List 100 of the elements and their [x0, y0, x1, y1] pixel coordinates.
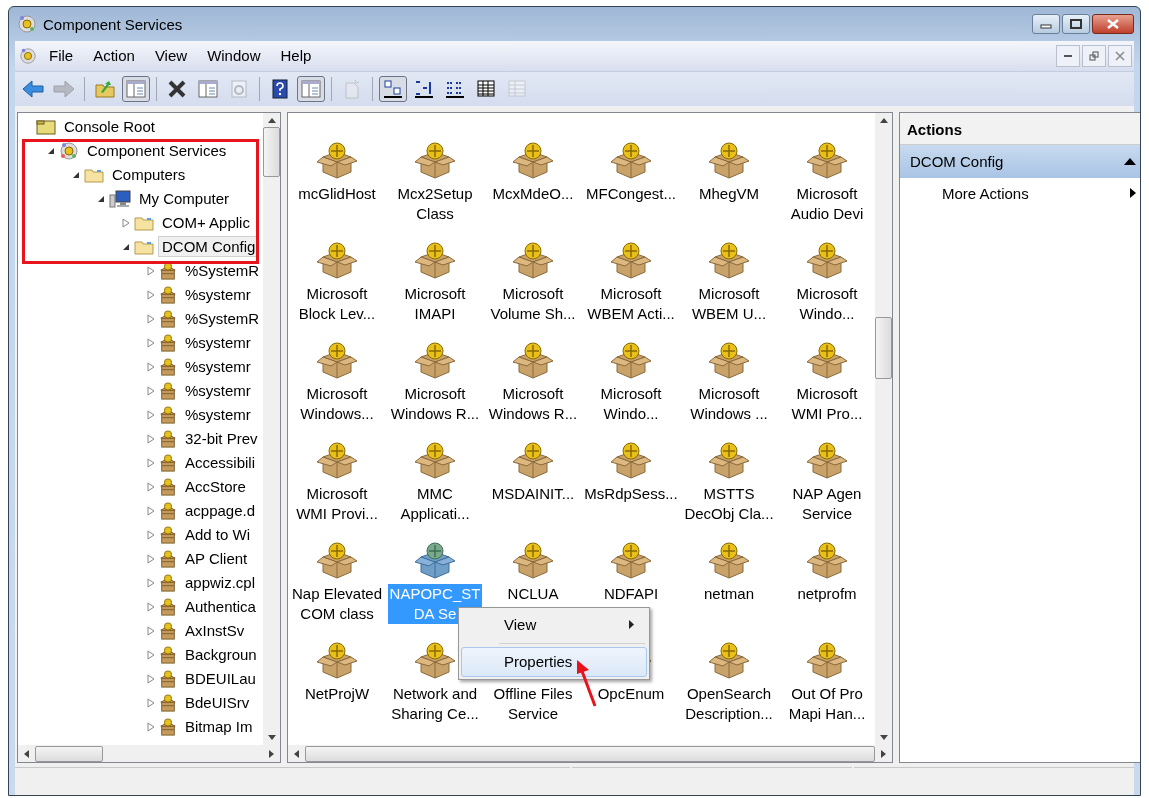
tree-item[interactable]: %systemr — [181, 284, 255, 306]
scroll-thumb[interactable] — [35, 745, 103, 762]
menu-item[interactable]: Properties — [461, 646, 647, 677]
tree-item[interactable]: Add to Wi — [181, 524, 255, 546]
component-item[interactable]: netman — [701, 583, 756, 604]
collapse-arrow-icon[interactable] — [72, 170, 80, 179]
component-item[interactable]: Microsoft Windo... — [794, 283, 860, 324]
tree-item[interactable]: %SystemR — [181, 308, 263, 330]
expand-arrow-icon[interactable] — [147, 577, 155, 588]
vertical-scrollbar[interactable] — [263, 112, 280, 746]
expand-arrow-icon[interactable] — [147, 457, 155, 468]
scroll-thumb[interactable] — [875, 316, 892, 379]
component-item[interactable]: Microsoft Block Lev... — [296, 283, 378, 324]
action-link[interactable]: More Actions — [900, 177, 1140, 209]
restore-button[interactable] — [1082, 44, 1106, 67]
component-item[interactable]: Out Of Pro Mapi Han... — [786, 683, 868, 724]
component-item[interactable]: Microsoft Volume Sh... — [488, 283, 578, 324]
component-item[interactable]: MSTTS DecObj Cla... — [682, 483, 776, 524]
expand-arrow-icon[interactable] — [147, 409, 155, 420]
tree-item[interactable]: appwiz.cpl — [181, 572, 260, 594]
expand-arrow-icon[interactable] — [147, 601, 155, 612]
tree-item[interactable]: COM+ Applic — [158, 212, 254, 234]
component-item[interactable]: Network and Sharing Ce... — [389, 683, 481, 724]
component-item[interactable]: Microsoft Windo... — [598, 383, 664, 424]
component-item[interactable]: Mcx2Setup Class — [395, 183, 475, 224]
menu-item[interactable]: Help — [272, 45, 320, 67]
scroll-thumb[interactable] — [263, 126, 280, 177]
component-item[interactable]: NAP Agen Service — [790, 483, 864, 524]
tree-item[interactable]: acppage.d — [181, 500, 260, 522]
tree-item[interactable]: Backgroun — [181, 644, 261, 666]
collapse-arrow-icon[interactable] — [97, 194, 105, 203]
expand-arrow-icon[interactable] — [147, 313, 155, 324]
tree-item[interactable]: AccStore — [181, 476, 250, 498]
expand-arrow-icon[interactable] — [147, 433, 155, 444]
expand-arrow-icon[interactable] — [147, 673, 155, 684]
component-item[interactable]: Microsoft WMI Provi... — [294, 483, 380, 524]
component-item[interactable]: Microsoft Windows R... — [388, 383, 482, 424]
expand-arrow-icon[interactable] — [147, 697, 155, 708]
expand-arrow-icon[interactable] — [147, 529, 155, 540]
component-item[interactable]: Microsoft WMI Pro... — [789, 383, 865, 424]
component-item[interactable]: netprofm — [795, 583, 859, 604]
component-item[interactable]: Microsoft Audio Devi — [788, 183, 866, 224]
expand-arrow-icon[interactable] — [147, 649, 155, 660]
expand-arrow-icon[interactable] — [147, 721, 155, 732]
vertical-scrollbar[interactable] — [875, 112, 892, 746]
expand-arrow-icon[interactable] — [122, 217, 130, 228]
expand-arrow-icon[interactable] — [147, 385, 155, 396]
component-item[interactable]: OpcEnum — [595, 683, 667, 704]
component-item[interactable]: MsRdpSess... — [582, 483, 680, 504]
tree-item[interactable]: My Computer — [135, 188, 234, 210]
collapse-arrow-icon[interactable] — [47, 146, 55, 155]
tree-item[interactable]: %systemr — [181, 332, 255, 354]
component-item[interactable]: Microsoft Windows ... — [688, 383, 770, 424]
horizontal-scrollbar[interactable] — [18, 745, 280, 763]
tree-item[interactable]: Accessibili — [181, 452, 260, 474]
expand-arrow-icon[interactable] — [147, 361, 155, 372]
tree-item[interactable]: %systemr — [181, 380, 255, 402]
section-header[interactable]: DCOM Config — [900, 144, 1140, 178]
tree-item[interactable]: Bitmap Im — [181, 716, 257, 738]
component-item[interactable]: Microsoft Windows... — [298, 383, 376, 424]
tree-item[interactable]: AxInstSv — [181, 620, 249, 642]
menu-item[interactable]: Window — [199, 45, 269, 67]
tree-item[interactable]: %systemr — [181, 404, 255, 426]
expand-arrow-icon[interactable] — [147, 625, 155, 636]
menu-item[interactable]: Action — [85, 45, 143, 67]
minimize-button[interactable] — [1056, 44, 1080, 67]
minimize-button[interactable] — [1032, 14, 1060, 34]
component-item[interactable]: mcGlidHost — [296, 183, 378, 204]
toolbar-button[interactable] — [379, 75, 407, 102]
component-item[interactable]: NDFAPI — [601, 583, 661, 604]
collapse-arrow-icon[interactable] — [122, 242, 130, 251]
tree-item[interactable]: 32-bit Prev — [181, 428, 262, 450]
component-item[interactable]: MhegVM — [697, 183, 761, 204]
component-item[interactable]: Offline Files Service — [491, 683, 575, 724]
tree-item[interactable]: BDEUILau — [181, 668, 260, 690]
tree-item[interactable]: %systemr — [181, 356, 255, 378]
component-item[interactable]: Nap Elevated COM class — [289, 583, 385, 624]
tree-item[interactable]: Authentica — [181, 596, 260, 618]
close-button[interactable] — [1092, 14, 1134, 34]
component-item[interactable]: NetProjW — [302, 683, 372, 704]
tree-item[interactable]: %SystemR — [181, 260, 263, 282]
tree-item[interactable]: Computers — [108, 164, 190, 186]
expand-arrow-icon[interactable] — [147, 289, 155, 300]
component-item[interactable]: MSDAINIT... — [489, 483, 577, 504]
tree-item[interactable]: Component Services — [83, 140, 231, 162]
component-item[interactable]: MMC Applicati... — [398, 483, 472, 524]
expand-arrow-icon[interactable] — [147, 265, 155, 276]
expand-arrow-icon[interactable] — [147, 481, 155, 492]
expand-arrow-icon[interactable] — [147, 505, 155, 516]
tree-item[interactable]: Console Root — [60, 116, 159, 138]
component-item[interactable]: Microsoft Windows R... — [486, 383, 580, 424]
maximize-button[interactable] — [1062, 14, 1090, 34]
expand-arrow-icon[interactable] — [147, 553, 155, 564]
component-item[interactable]: Microsoft IMAPI — [402, 283, 468, 324]
component-item[interactable]: Microsoft WBEM Acti... — [585, 283, 677, 324]
tree-item[interactable]: BdeUISrv — [181, 692, 254, 714]
menu-item[interactable]: View — [146, 45, 196, 67]
component-item[interactable]: MFCongest... — [584, 183, 678, 204]
component-item[interactable]: Microsoft WBEM U... — [689, 283, 769, 324]
expand-arrow-icon[interactable] — [147, 337, 155, 348]
